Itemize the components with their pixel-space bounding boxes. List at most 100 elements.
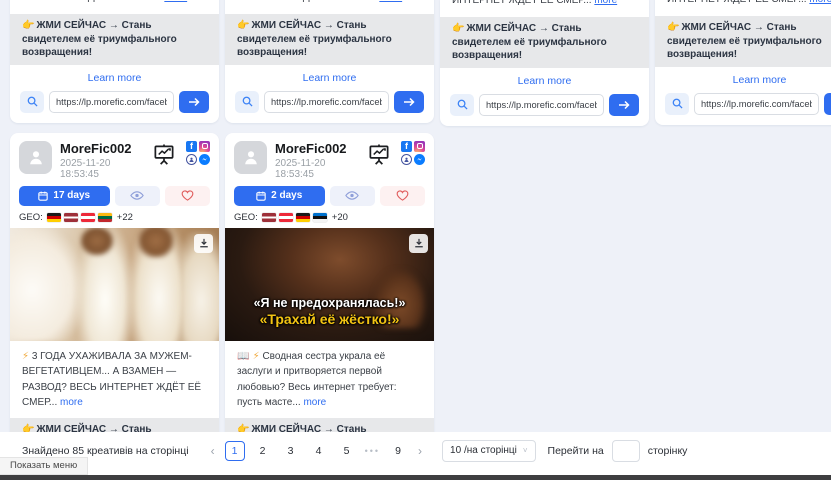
landing-url-input[interactable] xyxy=(264,91,389,113)
geo-flags xyxy=(47,213,112,222)
clipped-description-text: ИНТЕРНЕТ ЖДЁТ ЕЁ СМЕР... xyxy=(22,0,162,3)
overlay-line-2: «Трахай её жёстко!» xyxy=(225,311,434,327)
arrow-right-icon xyxy=(403,97,415,107)
profile-name: MoreFic002 xyxy=(275,141,359,156)
preview-button[interactable] xyxy=(115,186,160,206)
prev-page-button[interactable]: ‹ xyxy=(205,444,221,458)
landing-url-input[interactable] xyxy=(479,94,604,116)
geo-label: GEO: xyxy=(19,212,43,223)
column-2: ИНТЕРНЕТ ЖДЁТ ЕЁ СМЕР... more 👉ЖМИ СЕЙЧА… xyxy=(225,0,434,480)
next-page-button[interactable]: › xyxy=(412,444,428,458)
messenger-icon xyxy=(414,154,425,165)
clipped-description: ИНТЕРНЕТ ЖДЁТ ЕЁ СМЕР... more xyxy=(10,0,219,4)
search-button[interactable] xyxy=(665,93,689,115)
learn-more-link[interactable]: Learn more xyxy=(225,72,434,84)
page-button-4[interactable]: 4 xyxy=(309,441,329,461)
image-overlay-text: «Я не предохранялась!» «Трахай её жёстко… xyxy=(225,296,434,327)
person-avatar-icon xyxy=(19,141,52,174)
search-icon xyxy=(457,99,468,110)
days-active-button[interactable]: 17 days xyxy=(19,186,110,206)
profile-name: MoreFic002 xyxy=(60,141,144,156)
page-button-2[interactable]: 2 xyxy=(253,441,273,461)
creative-card: MoreFic002 2025-11-20 18:53:45 f 17 days xyxy=(10,133,219,480)
cta-headline-text: ЖМИ СЕЙЧАС → Стань свидетелем её триумфа… xyxy=(22,20,177,58)
page-button-5[interactable]: 5 xyxy=(337,441,357,461)
page-button-1[interactable]: 1 xyxy=(225,441,245,461)
flag-austria-icon xyxy=(81,213,95,222)
header-icons: f xyxy=(152,141,210,166)
more-link[interactable]: more xyxy=(809,0,831,5)
pointing-hand-icon: 👉 xyxy=(237,20,249,31)
lightning-icon: ⚡ xyxy=(22,351,29,362)
landing-url-input[interactable] xyxy=(49,91,174,113)
arrow-right-icon xyxy=(188,97,200,107)
pages-ellipsis[interactable]: ••• xyxy=(365,446,380,456)
book-lightning-icon: 📖 ⚡ xyxy=(237,351,260,362)
column-4: ИНТЕРНЕТ ЖДЁТ ЕЁ СМЕР... more 👉ЖМИ СЕЙЧА… xyxy=(655,0,831,480)
pointing-hand-icon: 👉 xyxy=(22,20,34,31)
geo-label: GEO: xyxy=(234,212,258,223)
learn-more-link[interactable]: Learn more xyxy=(10,72,219,84)
days-active-button[interactable]: 2 days xyxy=(234,186,325,206)
learn-more-link[interactable]: Learn more xyxy=(655,74,831,86)
audience-network-icon xyxy=(401,154,412,165)
open-url-button[interactable] xyxy=(824,93,831,115)
geo-extra-count: +20 xyxy=(332,212,348,223)
creative-card-cut: ИНТЕРНЕТ ЖДЁТ ЕЁ СМЕР... more 👉ЖМИ СЕЙЧА… xyxy=(655,0,831,125)
chevron-down-icon: ˅ xyxy=(523,446,528,455)
geo-flags xyxy=(262,213,327,222)
messenger-icon xyxy=(199,154,210,165)
preview-button[interactable] xyxy=(330,186,375,206)
instagram-icon xyxy=(199,141,210,152)
header-icons: f xyxy=(367,141,425,166)
flag-austria-icon xyxy=(279,213,293,222)
open-url-button[interactable] xyxy=(179,91,209,113)
search-button[interactable] xyxy=(20,91,44,113)
profile-header: MoreFic002 2025-11-20 18:53:45 f xyxy=(10,133,219,184)
action-buttons: 17 days xyxy=(10,184,219,206)
url-row xyxy=(440,94,649,126)
goto-page-suffix: сторінку xyxy=(648,445,688,457)
eye-icon xyxy=(345,190,359,201)
open-url-button[interactable] xyxy=(394,91,424,113)
open-url-button[interactable] xyxy=(609,94,639,116)
download-icon xyxy=(414,238,424,248)
geo-row: GEO: +22 xyxy=(10,206,219,228)
page-size-select[interactable]: 10 /на сторінці ˅ xyxy=(442,440,536,462)
favorite-button[interactable] xyxy=(380,186,425,206)
audience-network-icon xyxy=(186,154,197,165)
download-image-button[interactable] xyxy=(194,234,213,253)
search-button[interactable] xyxy=(450,94,474,116)
download-image-button[interactable] xyxy=(409,234,428,253)
action-buttons: 2 days xyxy=(225,184,434,206)
clipped-description: ИНТЕРНЕТ ЖДЁТ ЕЁ СМЕР... more xyxy=(225,0,434,4)
url-row xyxy=(10,91,219,123)
presentation-chart-icon[interactable] xyxy=(367,143,391,166)
creatives-grid: ИНТЕРНЕТ ЖДЁТ ЕЁ СМЕР... more 👉ЖМИ СЕЙЧА… xyxy=(10,0,831,480)
column-1: ИНТЕРНЕТ ЖДЁТ ЕЁ СМЕР... more 👉ЖМИ СЕЙЧА… xyxy=(10,0,219,480)
arrow-right-icon xyxy=(618,100,630,110)
profile-meta: MoreFic002 2025-11-20 18:53:45 xyxy=(275,141,359,180)
person-avatar-icon xyxy=(234,141,267,174)
learn-more-link[interactable]: Learn more xyxy=(440,75,649,87)
creative-image-wedding xyxy=(10,228,219,341)
show-menu-button[interactable]: Показать меню xyxy=(0,457,88,475)
page-button-9[interactable]: 9 xyxy=(388,441,408,461)
cta-headline-text: ЖМИ СЕЙЧАС → Стань свидетелем её триумфа… xyxy=(452,23,607,61)
facebook-icon: f xyxy=(186,141,197,152)
pointing-hand-icon: 👉 xyxy=(667,22,679,33)
favorite-button[interactable] xyxy=(165,186,210,206)
landing-url-input[interactable] xyxy=(694,93,819,115)
more-link[interactable]: more xyxy=(164,0,187,3)
search-button[interactable] xyxy=(235,91,259,113)
cta-headline-text: ЖМИ СЕЙЧАС → Стань свидетелем её триумфа… xyxy=(237,20,392,58)
more-link[interactable]: more xyxy=(379,0,402,3)
more-link[interactable]: more xyxy=(303,397,326,408)
more-link[interactable]: more xyxy=(594,0,617,6)
presentation-chart-icon[interactable] xyxy=(152,143,176,166)
goto-page-input[interactable] xyxy=(612,440,640,462)
more-link[interactable]: more xyxy=(60,397,83,408)
page-button-3[interactable]: 3 xyxy=(281,441,301,461)
geo-extra-count: +22 xyxy=(117,212,133,223)
instagram-icon xyxy=(414,141,425,152)
